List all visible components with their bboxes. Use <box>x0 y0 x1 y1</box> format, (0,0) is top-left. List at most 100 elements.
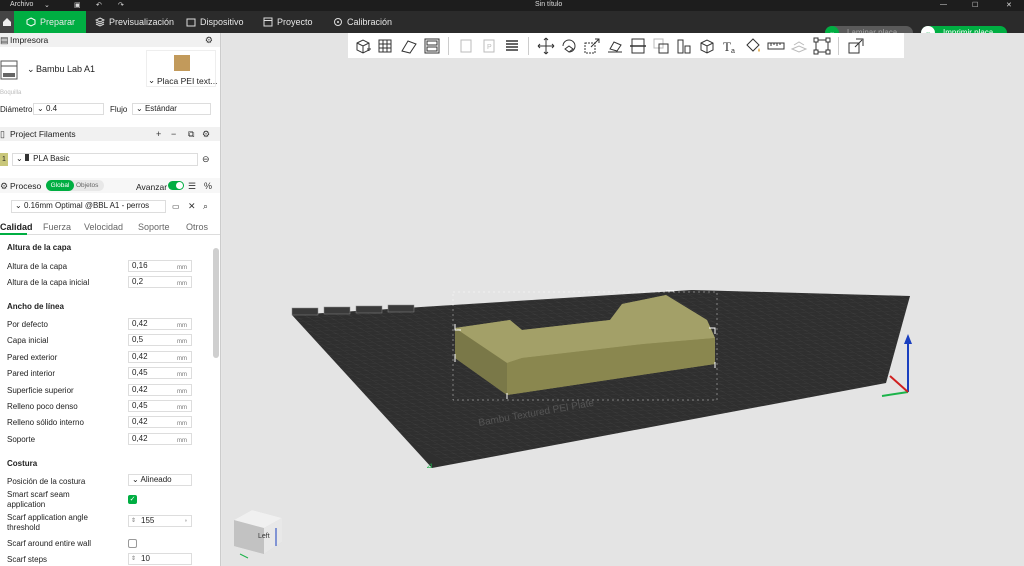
tab-calibration[interactable]: Calibración <box>333 11 392 33</box>
text-icon[interactable]: Ta <box>719 35 740 56</box>
tab-quality[interactable]: Calidad <box>0 222 33 232</box>
minimize-icon[interactable]: — <box>940 1 947 8</box>
plate-type-select[interactable]: ⌄ Placa PEI text... <box>146 50 217 87</box>
tab-preview[interactable]: Previsualización <box>95 11 174 33</box>
tab-support[interactable]: Soporte <box>138 222 170 232</box>
view-cube[interactable]: Left <box>234 510 282 559</box>
main-tab-bar: Preparar Previsualización Dispositivo Pr… <box>0 11 1024 40</box>
rotate-icon[interactable] <box>558 35 579 56</box>
smart-scarf-checkbox[interactable]: ✓ <box>128 495 137 504</box>
mesh-boolean-icon[interactable] <box>650 35 671 56</box>
measure-icon[interactable] <box>765 35 786 56</box>
chevron-down-icon: ⌄ <box>15 201 24 210</box>
line-width-input[interactable]: 0,5 mm <box>128 334 192 347</box>
filament-section-header[interactable]: ▯ Project Filaments + − ⧉ ⚙ <box>0 127 220 141</box>
unit-label: mm <box>177 339 187 346</box>
add-object-icon[interactable] <box>352 35 373 56</box>
stepper-arrows-icon[interactable]: ⇕ <box>131 554 136 564</box>
gear-icon[interactable]: ⚙ <box>205 33 213 47</box>
support-paint-icon[interactable] <box>673 35 694 56</box>
printer-section-header[interactable]: ▤ Impresora ⚙ <box>0 33 220 47</box>
file-menu[interactable]: Archivo <box>10 1 33 8</box>
line-width-input[interactable]: 0,42 mm <box>128 416 192 429</box>
line-width-value: 0,42 <box>132 433 148 443</box>
add-icon[interactable]: + <box>156 127 161 141</box>
move-icon[interactable] <box>535 35 556 56</box>
x-axis <box>889 375 909 393</box>
layer-height-input[interactable]: 0,16 mm <box>128 260 192 272</box>
unit-label: mm <box>177 388 187 395</box>
close-icon[interactable]: ✕ <box>1006 1 1012 9</box>
process-section-header: ⚙ Proceso Global Objetos Avanzar ☰ % <box>0 178 220 193</box>
settings-circle-icon[interactable]: ⊖ <box>202 154 210 165</box>
list-icon[interactable]: ☰ <box>188 179 196 193</box>
line-width-input[interactable]: 0,42 mm <box>128 383 192 396</box>
settings-scrollbar[interactable] <box>213 248 219 358</box>
process-icon: ⚙ <box>0 181 9 191</box>
3d-viewport[interactable]: P Ta Bambu Textured PEI Plate ⊿ Left <box>222 33 1024 566</box>
save-icon[interactable]: ▣ <box>74 1 81 9</box>
assembly-icon[interactable] <box>788 35 809 56</box>
printer-name[interactable]: Bambu Lab A1 <box>36 64 95 74</box>
line-width-input[interactable]: 0,45 mm <box>128 400 192 412</box>
tab-strength[interactable]: Fuerza <box>43 222 71 232</box>
copy-icon[interactable] <box>455 35 476 56</box>
bed-marker <box>323 306 351 315</box>
objects-option[interactable]: Objetos <box>76 180 98 191</box>
scarf-wall-checkbox[interactable] <box>128 539 137 548</box>
tab-device[interactable]: Dispositivo <box>186 11 244 33</box>
color-paint-icon[interactable] <box>742 35 763 56</box>
filament-slot-badge[interactable]: 1 <box>0 153 8 166</box>
redo-icon[interactable]: ↷ <box>118 1 124 9</box>
compare-icon[interactable]: % <box>204 179 212 193</box>
scarf-threshold-stepper[interactable]: ⇕ 155 ° <box>128 515 192 527</box>
add-plate-icon[interactable] <box>375 35 396 56</box>
auto-orient-icon[interactable] <box>398 35 419 56</box>
stepper-arrows-icon[interactable]: ⇕ <box>131 516 136 526</box>
chevron-down-icon[interactable]: ⌄ <box>44 1 50 9</box>
edit-icon[interactable]: ⧉ <box>188 127 194 141</box>
seam-position-label: Posición de la costura <box>7 477 86 486</box>
line-width-input[interactable]: 0,42 mm <box>128 318 192 330</box>
undo-icon[interactable]: ↶ <box>96 1 102 9</box>
global-option[interactable]: Global <box>46 180 74 191</box>
split-parts-icon[interactable] <box>845 35 866 56</box>
home-icon[interactable] <box>0 11 14 33</box>
close-icon[interactable]: ✕ <box>188 201 196 212</box>
line-width-label: Pared exterior <box>7 352 58 362</box>
printer-thumbnail-icon <box>0 58 18 84</box>
bounding-box-icon[interactable] <box>811 35 832 56</box>
filament-select[interactable]: ⌄ PLA Basic <box>12 153 198 166</box>
tab-speed[interactable]: Velocidad <box>84 222 123 232</box>
printer-icon: ▤ <box>0 35 9 45</box>
scarf-steps-stepper[interactable]: ⇕ 10 <box>128 553 192 565</box>
save-icon[interactable]: ▭ <box>172 202 180 211</box>
flow-select[interactable]: ⌄ Estándar <box>132 103 211 115</box>
gear-icon[interactable]: ⚙ <box>202 127 210 141</box>
maximize-icon[interactable]: ☐ <box>972 1 978 9</box>
layers-list-icon[interactable] <box>501 35 522 56</box>
diameter-select[interactable]: ⌄ 0.4 <box>33 103 104 115</box>
paste-icon[interactable]: P <box>478 35 499 56</box>
tab-project[interactable]: Proyecto <box>263 11 313 33</box>
scope-toggle[interactable]: Global Objetos <box>46 180 104 191</box>
seam-paint-icon[interactable] <box>696 35 717 56</box>
build-plate-scene[interactable]: Bambu Textured PEI Plate ⊿ Left <box>222 58 1024 566</box>
scale-icon[interactable] <box>581 35 602 56</box>
remove-icon[interactable]: − <box>171 127 176 141</box>
tab-prepare[interactable]: Preparar <box>14 11 86 33</box>
tab-others[interactable]: Otros <box>186 222 208 232</box>
line-width-input[interactable]: 0,42 mm <box>128 432 192 445</box>
process-profile-select[interactable]: ⌄ 0.16mm Optimal @BBL A1 - perros <box>11 200 166 213</box>
cut-icon[interactable] <box>627 35 648 56</box>
chevron-down-icon: ⌄ <box>148 75 156 85</box>
initial-layer-height-input[interactable]: 0,2 mm <box>128 276 192 288</box>
chevron-down-icon[interactable]: ⌄ <box>27 64 35 75</box>
advanced-toggle[interactable] <box>168 181 184 190</box>
line-width-input[interactable]: 0,45 mm <box>128 367 192 380</box>
search-icon[interactable]: ⌕ <box>203 201 208 212</box>
lay-on-face-icon[interactable] <box>604 35 625 56</box>
line-width-input[interactable]: 0,42 mm <box>128 350 192 363</box>
arrange-icon[interactable] <box>421 35 442 56</box>
seam-position-select[interactable]: ⌄ Alineado <box>128 474 192 486</box>
